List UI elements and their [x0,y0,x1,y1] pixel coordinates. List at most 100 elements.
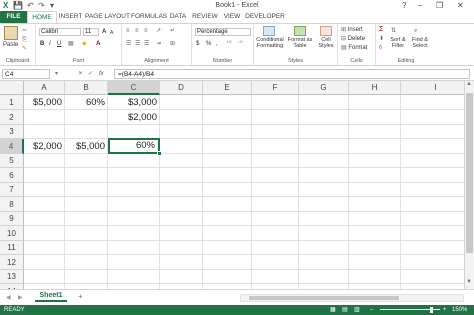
name-box[interactable]: C4 [2,69,50,79]
column-header-d[interactable]: D [160,81,203,95]
paste-button[interactable]: Paste [3,41,18,49]
fill-color-icon[interactable]: ◆ [82,40,87,48]
indent-icon[interactable]: ⇥ [156,40,161,48]
cell-b4[interactable]: $5,000 [65,139,108,154]
row-header-2[interactable]: 2 [0,110,24,125]
normal-view-icon[interactable]: ▦ [330,305,336,315]
worksheet-grid[interactable]: A B C D E F G H I 1 2 3 4 5 6 7 8 9 10 1… [0,81,470,289]
cut-icon[interactable]: ✂ [22,27,27,35]
fill-icon[interactable]: ⬇ [379,35,384,43]
cell-c1[interactable]: $3,000 [108,95,160,110]
column-header-f[interactable]: F [252,81,299,95]
cell-b1[interactable]: 60% [65,95,108,110]
bold-button[interactable]: B [40,40,44,48]
cell-a4[interactable]: $2,000 [24,139,65,154]
font-name-combo[interactable]: Calibri [39,28,81,36]
row-header-3[interactable]: 3 [0,125,24,139]
conditional-formatting-icon[interactable] [263,26,275,36]
insert-function-button[interactable]: fx [99,70,104,78]
tab-formulas[interactable]: FORMULAS [131,11,167,23]
row-header-12[interactable]: 12 [0,255,24,270]
currency-button[interactable]: $ [196,40,199,48]
tab-developer[interactable]: DEVELOPER [244,11,286,23]
orientation-icon[interactable]: ↗ [156,27,161,35]
align-middle-icon[interactable]: ≡ [135,27,139,35]
font-color-icon[interactable]: A [96,40,100,48]
borders-icon[interactable]: ▦ [68,40,74,48]
scroll-thumb[interactable] [466,93,473,253]
cell-styles-icon[interactable] [320,26,332,36]
close-button[interactable]: ✕ [457,0,464,11]
format-as-table-button[interactable]: Format as Table [287,37,313,49]
column-header-i[interactable]: I [401,81,470,95]
row-header-8[interactable]: 8 [0,197,24,212]
prev-sheet-icon[interactable]: ◀ [6,294,11,302]
enter-icon[interactable]: ✓ [88,70,93,78]
find-select-button[interactable]: Find & Select [410,37,430,49]
page-break-view-icon[interactable]: ▥ [354,305,360,315]
column-header-b[interactable]: B [65,81,108,95]
delete-cells-button[interactable]: ⊟ Delete [341,35,365,43]
row-header-11[interactable]: 11 [0,241,24,255]
shrink-font-icon[interactable]: A [110,29,113,37]
restore-button[interactable]: ❐ [436,0,443,11]
cancel-icon[interactable]: ✕ [78,70,83,78]
format-cells-button[interactable]: ▤ Format [341,44,367,52]
cell-a1[interactable]: $5,000 [24,95,65,110]
tab-file[interactable]: FILE [0,11,27,23]
minimize-button[interactable]: – [418,0,422,11]
grow-font-icon[interactable]: A [102,28,106,36]
row-header-7[interactable]: 7 [0,183,24,197]
fill-handle[interactable] [157,151,162,156]
comma-button[interactable]: , [216,40,218,48]
row-header-9[interactable]: 9 [0,212,24,226]
zoom-level[interactable]: 150% [452,305,467,315]
decrease-decimal-icon[interactable]: ⁻⁰ [237,40,243,48]
sort-filter-button[interactable]: Sort & Filter [388,37,408,49]
vertical-scrollbar[interactable]: ▲ ▼ [464,81,474,289]
percent-button[interactable]: % [206,40,211,48]
tab-home[interactable]: HOME [27,11,57,23]
wrap-text-icon[interactable]: ↵ [170,27,175,35]
format-as-table-icon[interactable] [294,26,306,36]
format-painter-icon[interactable]: ✎ [22,45,27,53]
increase-decimal-icon[interactable]: ⁺⁰ [226,40,232,48]
select-all-corner[interactable] [0,81,24,95]
tab-data[interactable]: DATA [167,11,189,23]
merge-center-icon[interactable]: ⊞ [170,40,175,48]
row-header-5[interactable]: 5 [0,154,24,168]
cell-styles-button[interactable]: Cell Styles [315,37,337,49]
row-header-1[interactable]: 1 [0,95,24,110]
tab-insert[interactable]: INSERT [57,11,84,23]
zoom-in-button[interactable]: + [443,305,447,315]
find-select-icon[interactable]: ⌕ [414,27,417,35]
cell-c4-selected[interactable]: 60% [108,138,160,154]
scroll-down-icon[interactable]: ▼ [466,279,472,285]
conditional-formatting-button[interactable]: Conditional Formatting [255,37,285,49]
tab-page-layout[interactable]: PAGE LAYOUT [85,11,130,23]
copy-icon[interactable]: ⎘ [22,36,27,44]
underline-button[interactable]: U [57,40,61,48]
align-bottom-icon[interactable]: ≡ [144,27,148,35]
new-sheet-button[interactable]: + [78,293,83,301]
horizontal-scrollbar[interactable] [240,294,464,302]
row-header-4[interactable]: 4 [0,139,24,154]
horizontal-scroll-thumb[interactable] [249,296,399,300]
tab-view[interactable]: VIEW [221,11,243,23]
name-box-dropdown-icon[interactable]: ▾ [55,70,58,78]
row-header-13[interactable]: 13 [0,270,24,284]
row-header-6[interactable]: 6 [0,168,24,183]
number-format-combo[interactable]: Percentage [195,28,251,36]
align-center-icon[interactable]: ☰ [135,40,140,48]
font-size-combo[interactable]: 11 [83,28,99,36]
row-header-10[interactable]: 10 [0,226,24,241]
column-header-a[interactable]: A [24,81,65,95]
column-header-c[interactable]: C [108,81,160,95]
italic-button[interactable]: I [49,40,51,48]
align-right-icon[interactable]: ☰ [144,40,149,48]
column-header-g[interactable]: G [299,81,349,95]
autosum-icon[interactable]: Σ [379,26,383,34]
scroll-up-icon[interactable]: ▲ [466,81,472,87]
align-left-icon[interactable]: ☰ [126,40,131,48]
column-header-h[interactable]: H [349,81,401,95]
